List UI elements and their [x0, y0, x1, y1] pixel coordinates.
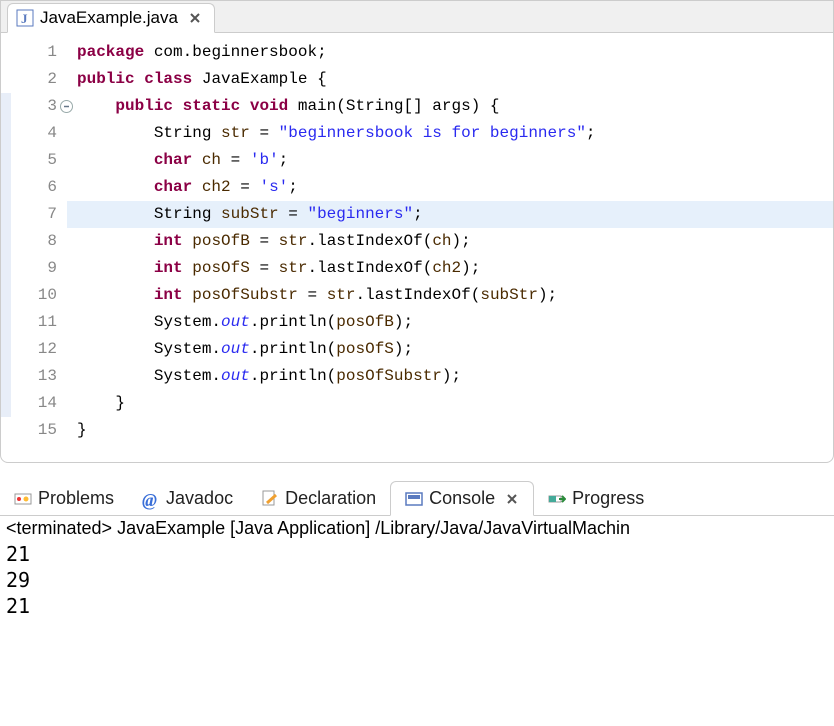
progress-icon: [548, 490, 566, 508]
line-number: 1: [1, 39, 67, 66]
line-number: 6: [1, 174, 67, 201]
code-line[interactable]: int posOfS = str.lastIndexOf(ch2);: [67, 255, 833, 282]
tab-problems[interactable]: Problems: [0, 482, 128, 515]
tab-console[interactable]: Console: [390, 481, 534, 516]
console-line: 21: [6, 593, 828, 619]
bottom-pane: Problems @ Javadoc Declaration Console: [0, 481, 834, 631]
line-number: 2: [1, 66, 67, 93]
line-number: 9: [1, 255, 67, 282]
code-body[interactable]: package com.beginnersbook;public class J…: [67, 39, 833, 444]
java-file-icon: J: [16, 9, 34, 27]
tab-label: Declaration: [285, 488, 376, 509]
code-line[interactable]: char ch2 = 's';: [67, 174, 833, 201]
line-number: 14: [1, 390, 67, 417]
console-status: <terminated> JavaExample [Java Applicati…: [6, 518, 828, 539]
code-line[interactable]: public static void main(String[] args) {: [67, 93, 833, 120]
view-tabs: Problems @ Javadoc Declaration Console: [0, 481, 834, 516]
code-line[interactable]: package com.beginnersbook;: [67, 39, 833, 66]
console-output[interactable]: 212921: [6, 541, 828, 619]
line-number: 4: [1, 120, 67, 147]
editor-pane: J JavaExample.java 123456789101112131415…: [0, 0, 834, 463]
line-number-gutter: 123456789101112131415: [1, 39, 67, 444]
file-tab[interactable]: J JavaExample.java: [7, 3, 215, 33]
console-line: 29: [6, 567, 828, 593]
code-line[interactable]: System.out.println(posOfSubstr);: [67, 363, 833, 390]
tab-label: Console: [429, 488, 495, 509]
tab-label: Progress: [572, 488, 644, 509]
code-line[interactable]: System.out.println(posOfS);: [67, 336, 833, 363]
code-line[interactable]: }: [67, 390, 833, 417]
line-number: 7: [1, 201, 67, 228]
tab-label: Javadoc: [166, 488, 233, 509]
code-line[interactable]: char ch = 'b';: [67, 147, 833, 174]
console-body: <terminated> JavaExample [Java Applicati…: [0, 516, 834, 631]
line-number: 3: [1, 93, 67, 120]
code-line[interactable]: int posOfB = str.lastIndexOf(ch);: [67, 228, 833, 255]
fold-toggle-icon[interactable]: [60, 100, 73, 113]
code-area[interactable]: 123456789101112131415 package com.beginn…: [1, 33, 833, 462]
file-tab-label: JavaExample.java: [40, 8, 178, 28]
line-number: 13: [1, 363, 67, 390]
close-icon[interactable]: [505, 492, 519, 506]
tab-javadoc[interactable]: @ Javadoc: [128, 482, 247, 515]
code-line[interactable]: public class JavaExample {: [67, 66, 833, 93]
declaration-icon: [261, 490, 279, 508]
javadoc-icon: @: [142, 490, 160, 508]
console-icon: [405, 490, 423, 508]
line-number: 12: [1, 336, 67, 363]
code-line[interactable]: System.out.println(posOfB);: [67, 309, 833, 336]
line-number: 15: [1, 417, 67, 444]
tab-declaration[interactable]: Declaration: [247, 482, 390, 515]
code-line[interactable]: int posOfSubstr = str.lastIndexOf(subStr…: [67, 282, 833, 309]
close-icon[interactable]: [188, 11, 202, 25]
editor-tab-strip: J JavaExample.java: [1, 1, 833, 33]
tab-progress[interactable]: Progress: [534, 482, 658, 515]
svg-text:J: J: [21, 11, 28, 26]
line-number: 10: [1, 282, 67, 309]
line-number: 8: [1, 228, 67, 255]
code-line[interactable]: }: [67, 417, 833, 444]
code-line[interactable]: String subStr = "beginners";: [67, 201, 833, 228]
line-number: 5: [1, 147, 67, 174]
code-line[interactable]: String str = "beginnersbook is for begin…: [67, 120, 833, 147]
line-number: 11: [1, 309, 67, 336]
problems-icon: [14, 490, 32, 508]
console-line: 21: [6, 541, 828, 567]
tab-label: Problems: [38, 488, 114, 509]
